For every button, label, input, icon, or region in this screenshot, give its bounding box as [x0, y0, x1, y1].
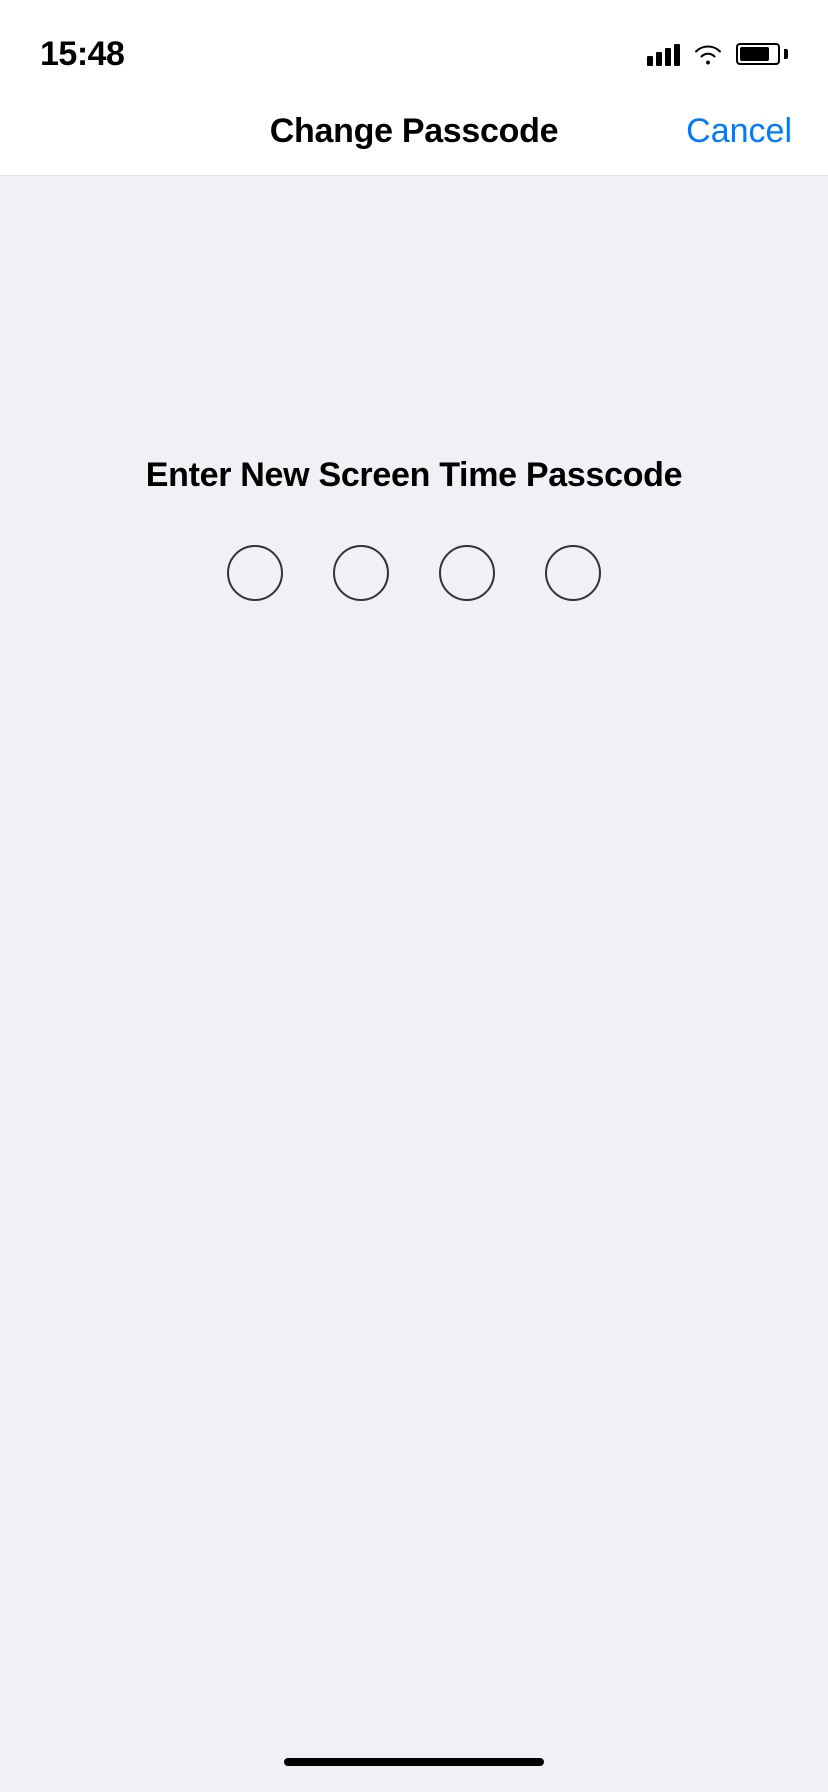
status-icons [647, 42, 788, 66]
passcode-dot-4 [545, 545, 601, 601]
battery-icon [736, 43, 788, 65]
status-bar: 15:48 [0, 0, 828, 88]
home-indicator [284, 1758, 544, 1766]
passcode-prompt: Enter New Screen Time Passcode [146, 456, 683, 495]
home-indicator-area [0, 1732, 828, 1792]
passcode-dots [227, 545, 601, 601]
cancel-button[interactable]: Cancel [686, 112, 792, 151]
passcode-dot-1 [227, 545, 283, 601]
passcode-dot-3 [439, 545, 495, 601]
page-title: Change Passcode [270, 112, 558, 151]
passcode-dot-2 [333, 545, 389, 601]
status-time: 15:48 [40, 35, 124, 74]
main-content: Enter New Screen Time Passcode [0, 176, 828, 1732]
signal-icon [647, 42, 680, 66]
nav-bar: Change Passcode Cancel [0, 88, 828, 176]
wifi-icon [694, 43, 722, 65]
